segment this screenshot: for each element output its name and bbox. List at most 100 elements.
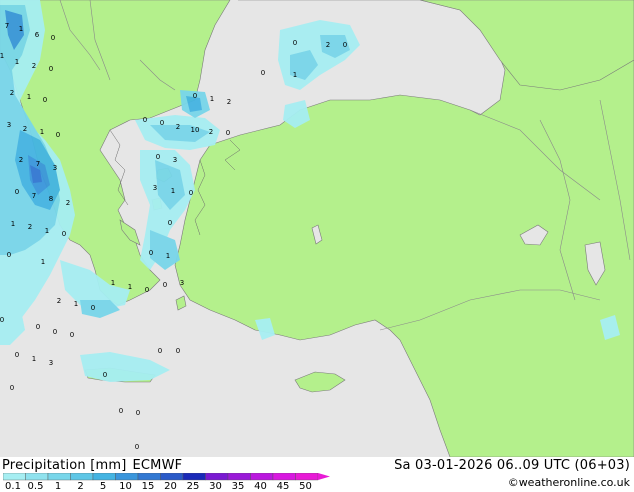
legend-label: 0.1	[5, 481, 21, 492]
legend-label: 0.5	[27, 481, 44, 492]
precip-value-label: 1	[0, 52, 4, 60]
precip-value-label: 1	[210, 95, 214, 103]
precip-value-label: 2	[66, 199, 70, 207]
legend-swatch	[92, 473, 116, 481]
precip-value-label: 3	[53, 164, 57, 172]
precip-value-label: 2	[32, 62, 36, 70]
legend-arrow	[318, 473, 330, 480]
precip-value-label: 1	[19, 25, 23, 33]
map-canvas: 7 1 6 0 1 1 2 0 2 1 0 3 2 1 0 2 7 3 0 7 …	[0, 0, 634, 457]
legend-swatch	[70, 473, 94, 481]
chart-title: Precipitation [mm] ECMWF	[2, 458, 182, 473]
precip-value-label: 0	[343, 41, 347, 49]
precip-value-label: 0	[168, 219, 172, 227]
precip-value-label: 0	[176, 347, 180, 355]
precip-value-label: 0	[163, 281, 167, 289]
legend-swatch	[3, 473, 26, 481]
precip-value-label: 1	[27, 93, 31, 101]
precip-value-label: 2	[19, 156, 23, 164]
model-label: ECMWF	[132, 458, 183, 473]
legend-swatch	[115, 473, 139, 481]
precip-value-label: 0	[10, 384, 14, 392]
precip-value-label: 2	[57, 297, 61, 305]
precip-value-label: 1	[32, 355, 36, 363]
legend-label: 2	[77, 481, 84, 492]
precip-value-label: 0	[261, 69, 265, 77]
precip-value-label: 0	[143, 116, 147, 124]
precip-value-label: 0	[145, 286, 149, 294]
precip-value-label: 2	[23, 125, 27, 133]
precip-value-label: 0	[135, 443, 139, 451]
precip-value-label: 7	[36, 160, 40, 168]
legend-swatch	[160, 473, 184, 481]
precip-value-label: 0	[91, 304, 95, 312]
legend-swatch	[47, 473, 71, 481]
precip-value-label: 1	[74, 300, 78, 308]
precip-value-label: 0	[119, 407, 123, 415]
precip-value-label: 0	[156, 153, 160, 161]
precip-value-label: 0	[193, 92, 197, 100]
legend-label: 10	[119, 481, 132, 492]
legend-swatch	[137, 473, 161, 481]
precip-value-label: 2	[326, 41, 330, 49]
precip-value-label: 0	[158, 347, 162, 355]
precip-value-label: 2	[227, 98, 231, 106]
legend-swatch	[205, 473, 229, 481]
precip-value-label: 0	[149, 249, 153, 257]
color-legend	[3, 473, 330, 481]
precip-value-label: 0	[103, 371, 107, 379]
precip-value-label: 0	[15, 188, 19, 196]
precip-value-label: 3	[180, 279, 184, 287]
legend-label: 20	[164, 481, 177, 492]
precip-value-label: 10	[191, 126, 200, 134]
precip-value-label: 1	[166, 252, 170, 260]
legend-label: 30	[209, 481, 222, 492]
precip-value-label: 2	[28, 223, 32, 231]
precip-value-label: 2	[176, 123, 180, 131]
legend-label: 25	[186, 481, 200, 492]
legend-swatch	[227, 473, 251, 481]
precip-value-label: 0	[0, 316, 4, 324]
legend-label: 1	[54, 481, 62, 492]
legend-swatch	[250, 473, 274, 481]
precip-value-label: 0	[56, 131, 60, 139]
legend-label: 45	[276, 481, 290, 492]
legend-label: 50	[299, 481, 312, 492]
precip-value-label: 3	[7, 121, 11, 129]
legend-swatch	[272, 473, 296, 481]
precip-value-label: 7	[5, 22, 9, 30]
precip-value-label: 0	[136, 409, 140, 417]
precip-value-label: 0	[62, 230, 66, 238]
precip-value-label: 8	[49, 195, 53, 203]
precip-value-label: 3	[49, 359, 53, 367]
legend-label: 40	[254, 481, 267, 492]
precip-value-label: 1	[15, 58, 19, 66]
precip-value-label: 1	[41, 258, 45, 266]
precip-value-label: 0	[49, 65, 53, 73]
legend-swatch	[182, 473, 206, 481]
precip-value-label: 0	[53, 328, 57, 336]
legend-swatch	[25, 473, 49, 481]
precip-value-label: 0	[51, 34, 55, 42]
map-area[interactable]: 7 1 6 0 1 1 2 0 2 1 0 3 2 1 0 2 7 3 0 7 …	[0, 0, 634, 457]
precip-value-label: 1	[111, 279, 115, 287]
title-label: Precipitation [mm]	[2, 458, 127, 473]
precip-value-label: 0	[226, 129, 230, 137]
precip-value-label: 0	[293, 39, 297, 47]
precip-value-label: 3	[173, 156, 177, 164]
legend-swatch	[295, 473, 319, 481]
legend-label: 5	[99, 481, 107, 492]
precip-value-label: 1	[45, 227, 49, 235]
copyright-link[interactable]: ©weatheronline.co.uk	[508, 476, 630, 489]
precip-value-label: 1	[293, 71, 297, 79]
precip-value-label: 0	[70, 331, 74, 339]
forecast-datetime: Sa 03-01-2026 06..09 UTC (06+03)	[394, 458, 630, 473]
precip-value-label: 6	[35, 31, 40, 39]
precip-value-label: 2	[10, 89, 14, 97]
precip-value-label: 0	[43, 96, 47, 104]
precip-value-label: 1	[40, 128, 44, 136]
legend-label: 35	[231, 481, 245, 492]
precip-value-label: 0	[15, 351, 19, 359]
precip-value-label: 7	[32, 192, 36, 200]
precip-value-label: 0	[36, 323, 40, 331]
